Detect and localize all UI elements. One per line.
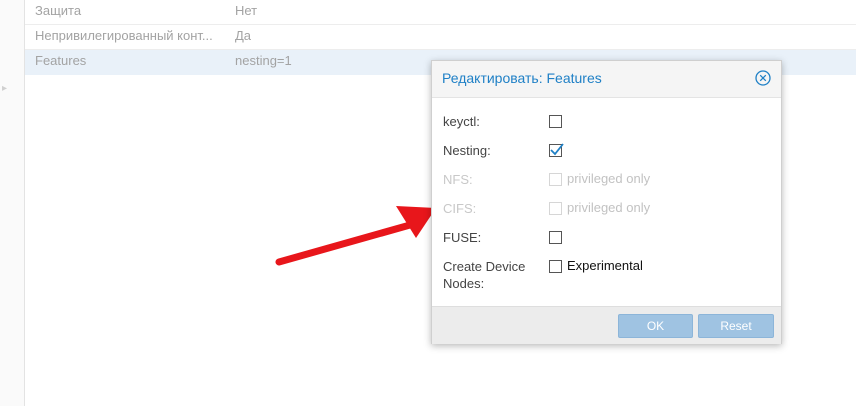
reset-button[interactable]: Reset bbox=[698, 314, 774, 338]
grid-row-protection[interactable]: Защита Нет bbox=[25, 0, 856, 25]
keyctl-checkbox[interactable] bbox=[549, 115, 562, 128]
red-arrow-annotation bbox=[275, 206, 436, 266]
field-fuse: FUSE: bbox=[443, 227, 773, 249]
field-label: NFS: bbox=[443, 172, 473, 187]
field-nfs: NFS: privileged only bbox=[443, 169, 773, 191]
field-label: FUSE: bbox=[443, 230, 482, 245]
nfs-checkbox bbox=[549, 173, 562, 186]
dialog-header[interactable]: Редактировать: Features bbox=[432, 61, 781, 98]
dialog-footer: OK Reset bbox=[432, 306, 781, 344]
field-label: keyctl: bbox=[443, 114, 480, 129]
close-circle-icon[interactable] bbox=[755, 70, 771, 86]
fuse-checkbox[interactable] bbox=[549, 231, 562, 244]
grid-row-value: nesting=1 bbox=[235, 53, 292, 68]
grid-row-key: Features bbox=[35, 53, 87, 68]
grid-row-value: Да bbox=[235, 28, 252, 43]
cifs-checkbox bbox=[549, 202, 562, 215]
nesting-checkbox[interactable] bbox=[549, 143, 564, 157]
field-keyctl: keyctl: bbox=[443, 111, 773, 133]
create-device-nodes-checkbox[interactable] bbox=[549, 260, 562, 273]
ok-button[interactable]: OK bbox=[618, 314, 693, 338]
checkbox-text: privileged only bbox=[567, 171, 651, 186]
grid-row-key: Непривилегированный конт... bbox=[35, 28, 213, 43]
field-label: Nesting: bbox=[443, 143, 491, 158]
checkbox-text: privileged only bbox=[567, 200, 651, 215]
field-nesting: Nesting: bbox=[443, 140, 773, 162]
field-cifs: CIFS: privileged only bbox=[443, 198, 773, 220]
grid-row-key: Защита bbox=[35, 3, 82, 18]
left-nav-rail: ▸ bbox=[0, 0, 25, 406]
field-label: Create Device Nodes: bbox=[443, 259, 526, 291]
grid-row-unprivileged[interactable]: Непривилегированный конт... Да bbox=[25, 25, 856, 50]
edit-features-dialog: Редактировать: Features keyctl: Nesting:… bbox=[431, 60, 782, 344]
field-create-device-nodes: Create Device Nodes: Experimental bbox=[443, 256, 773, 292]
checkbox-text: Experimental bbox=[567, 258, 643, 273]
field-label: CIFS: bbox=[443, 201, 477, 216]
dialog-body: keyctl: Nesting: NFS: privileged only CI… bbox=[432, 98, 781, 306]
dialog-title: Редактировать: Features bbox=[442, 70, 602, 86]
grid-row-value: Нет bbox=[235, 3, 258, 18]
checkmark-icon bbox=[550, 143, 564, 156]
chevron-right-icon[interactable]: ▸ bbox=[2, 84, 7, 94]
